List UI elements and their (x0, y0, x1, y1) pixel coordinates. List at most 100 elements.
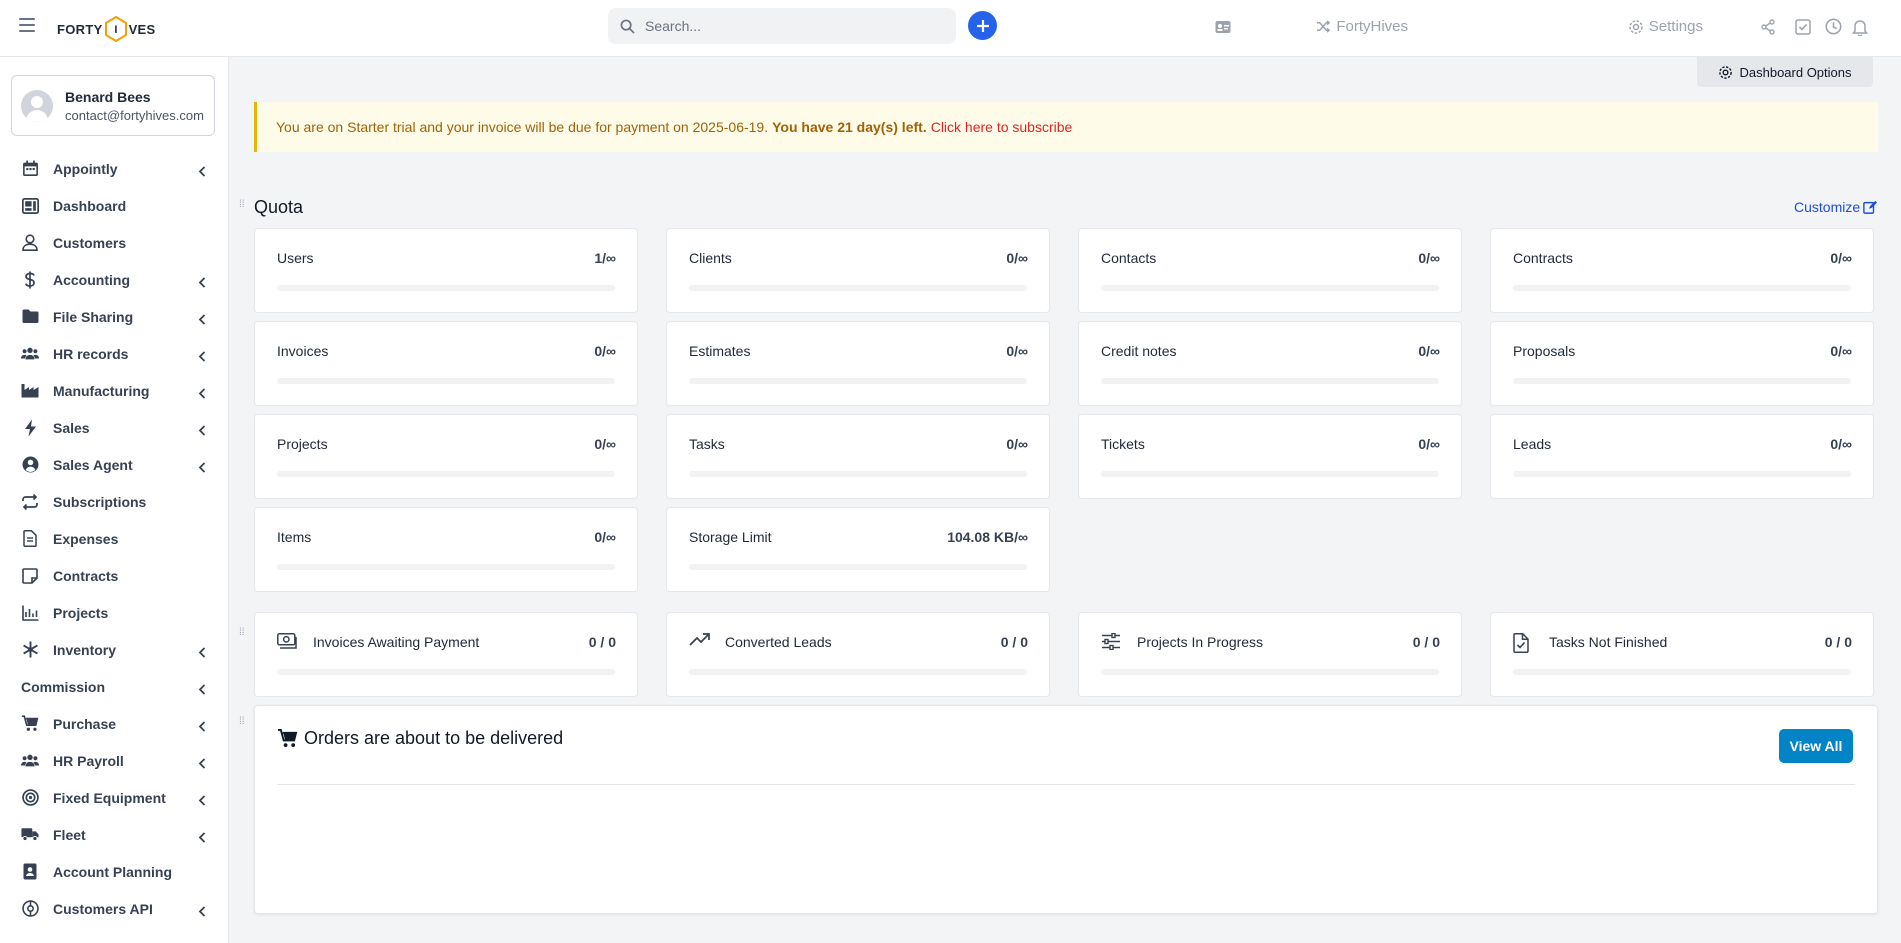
stat-label: Invoices Awaiting Payment (313, 634, 480, 650)
share-icon[interactable] (1760, 19, 1776, 35)
sidebar-item-inventory[interactable]: Inventory (0, 631, 229, 668)
customize-link[interactable]: Customize (1794, 199, 1878, 215)
quota-card: Contracts 0/∞ (1490, 228, 1874, 313)
contact-card-icon[interactable] (1215, 20, 1231, 34)
quick-add-button[interactable] (968, 11, 997, 40)
stat-card: Tasks Not Finished 0 / 0 (1490, 612, 1874, 697)
gear-icon (1719, 65, 1733, 79)
sidebar-item-fixed-equipment[interactable]: Fixed Equipment (0, 779, 229, 816)
chevron-left-icon (198, 423, 206, 441)
progress-bar (689, 285, 1027, 291)
api-icon (21, 900, 39, 918)
sidebar-item-label: Inventory (53, 641, 117, 658)
customize-label: Customize (1794, 199, 1861, 215)
sidebar-item-fleet[interactable]: Fleet (0, 816, 229, 853)
fortyhives-label: FortyHives (1336, 18, 1408, 35)
quota-value: 0/∞ (1418, 436, 1440, 452)
logo-text-right: VES (128, 21, 156, 37)
stat-card: Invoices Awaiting Payment 0 / 0 (254, 612, 638, 697)
top-navbar: FORTY I VES FortyHives Settings (0, 0, 1901, 57)
progress-bar (1513, 378, 1851, 384)
todo-check-icon[interactable] (1795, 19, 1811, 35)
divider (277, 784, 1855, 785)
app-logo[interactable]: FORTY I VES (57, 14, 155, 44)
progress-bar (277, 471, 615, 477)
quota-label: Proposals (1513, 343, 1576, 359)
sidebar-item-label: Fixed Equipment (53, 789, 166, 806)
sidebar-item-manufacturing[interactable]: Manufacturing (0, 372, 229, 409)
sidebar-item-sales[interactable]: Sales (0, 409, 229, 446)
bell-icon[interactable] (1852, 18, 1868, 36)
sidebar-item-expenses[interactable]: Expenses (0, 520, 229, 557)
sidebar-item-commission[interactable]: Commission (0, 668, 229, 705)
sidebar-item-purchase[interactable]: Purchase (0, 705, 229, 742)
view-all-button[interactable]: View All (1779, 729, 1853, 763)
quota-heading: Quota (254, 197, 304, 217)
note-icon (21, 567, 39, 585)
drag-handle-icon[interactable]: ⁞⁞ (239, 628, 247, 638)
industry-icon (21, 382, 39, 400)
stat-label: Projects In Progress (1137, 634, 1264, 650)
menu-toggle-icon[interactable] (19, 18, 35, 32)
quota-value: 0/∞ (1006, 436, 1028, 452)
chevron-left-icon (198, 460, 206, 478)
progress-bar (1101, 471, 1439, 477)
user-name: Benard Bees (65, 88, 151, 105)
logo-letter: I (114, 24, 117, 36)
trial-alert: You are on Starter trial and your invoic… (254, 102, 1878, 152)
sidebar-item-label: HR Payroll (53, 752, 124, 769)
sidebar-item-subscriptions[interactable]: Subscriptions (0, 483, 229, 520)
subscribe-link[interactable]: Click here to subscribe (931, 119, 1073, 135)
progress-bar (689, 471, 1027, 477)
quota-label: Estimates (689, 343, 751, 359)
sidebar-item-label: Accounting (53, 271, 130, 288)
alert-text: You are on Starter trial and your invoic… (276, 119, 769, 135)
chevron-left-icon (198, 275, 206, 293)
quota-label: Storage Limit (689, 529, 772, 545)
sidebar-item-hr-records[interactable]: HR records (0, 335, 229, 372)
sidebar-item-appointly[interactable]: Appointly (0, 150, 229, 187)
users-icon (21, 345, 39, 363)
sidebar-item-label: File Sharing (53, 308, 134, 325)
stat-label: Converted Leads (725, 634, 832, 650)
drag-handle-icon[interactable]: ⁞⁞ (239, 200, 247, 210)
sidebar-item-customers-api[interactable]: Customers API (0, 890, 229, 927)
progress-bar (689, 669, 1027, 675)
quota-card: Users 1/∞ (254, 228, 638, 313)
settings-link[interactable]: Settings (1628, 18, 1703, 35)
quota-value: 0/∞ (1418, 250, 1440, 266)
user-profile-card[interactable]: Benard Bees contact@fortyhives.com (11, 75, 215, 136)
quota-label: Tasks (689, 436, 725, 452)
cart-icon (278, 729, 298, 748)
cart-icon (21, 715, 39, 733)
fortyhives-link[interactable]: FortyHives (1316, 18, 1408, 35)
clock-icon[interactable] (1825, 18, 1842, 35)
sidebar-item-dashboard[interactable]: Dashboard (0, 187, 229, 224)
file-check-icon (1513, 633, 1529, 658)
sidebar-item-projects[interactable]: Projects (0, 594, 229, 631)
sidebar-item-customers[interactable]: Customers (0, 224, 229, 261)
avatar (21, 89, 53, 122)
stat-value: 0 / 0 (1824, 634, 1852, 650)
progress-bar (1101, 378, 1439, 384)
drag-handle-icon[interactable]: ⁞⁞ (239, 717, 247, 727)
progress-bar (1101, 669, 1439, 675)
sidebar-item-sales-agent[interactable]: Sales Agent (0, 446, 229, 483)
sidebar-item-file-sharing[interactable]: File Sharing (0, 298, 229, 335)
sidebar-item-hr-payroll[interactable]: HR Payroll (0, 742, 229, 779)
sidebar-item-contracts[interactable]: Contracts (0, 557, 229, 594)
quota-value: 0/∞ (1006, 343, 1028, 359)
sidebar-item-accounting[interactable]: Accounting (0, 261, 229, 298)
dashboard-options-button[interactable]: Dashboard Options (1697, 57, 1873, 87)
repeat-icon (21, 493, 39, 511)
progress-bar (277, 378, 615, 384)
stat-value: 0 / 0 (1000, 634, 1028, 650)
quota-label: Invoices (277, 343, 329, 359)
search-input[interactable] (645, 18, 935, 34)
sidebar-item-account-planning[interactable]: Account Planning (0, 853, 229, 890)
quota-card: Credit notes 0/∞ (1078, 321, 1462, 406)
sidebar-item-label: Manufacturing (53, 382, 150, 399)
stat-card: Converted Leads 0 / 0 (666, 612, 1050, 697)
chevron-left-icon (198, 904, 206, 922)
progress-bar (1513, 471, 1851, 477)
